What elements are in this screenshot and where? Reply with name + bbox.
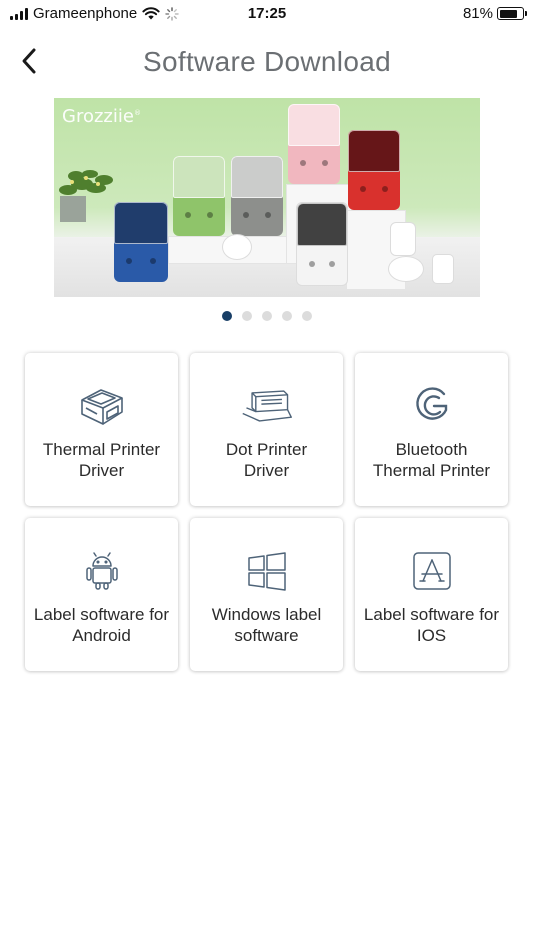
banner-brand-text: Grozziie <box>62 106 134 127</box>
status-time: 17:25 <box>247 5 287 22</box>
thermal-printer-icon <box>74 385 130 427</box>
download-options-grid: Thermal Printer Driver Dot Printer Drive… <box>25 353 509 671</box>
carousel-dot[interactable] <box>302 311 312 321</box>
label-roll <box>222 234 252 260</box>
label-roll <box>432 254 454 284</box>
option-windows-label-software[interactable]: Windows label software <box>190 518 343 671</box>
status-bar: Grameenphone 17:25 81% <box>0 0 534 28</box>
option-label: Thermal Printer Driver <box>42 440 161 480</box>
header: Software Download <box>0 38 534 88</box>
banner-brand: Grozziie® <box>62 106 141 127</box>
carousel-indicator <box>0 311 534 321</box>
windows-icon <box>239 550 295 592</box>
promo-banner[interactable]: Grozziie® <box>54 98 480 297</box>
battery-icon <box>497 7 527 20</box>
option-label: Windows label software <box>211 605 322 645</box>
android-icon <box>74 550 130 592</box>
printer-pink <box>288 104 340 184</box>
printer-blue <box>114 202 168 282</box>
app-store-icon <box>404 550 460 592</box>
dot-printer-icon <box>239 385 295 427</box>
option-label-software-ios[interactable]: Label software for IOS <box>355 518 508 671</box>
printer-white <box>296 202 348 286</box>
option-label: Label software for Android <box>33 605 170 645</box>
printer-gray <box>231 156 283 236</box>
option-label-software-android[interactable]: Label software for Android <box>25 518 178 671</box>
banner-brand-mark: ® <box>133 109 141 117</box>
battery-percent: 81% <box>462 5 493 22</box>
label-roll <box>388 256 424 282</box>
battery-fill <box>499 9 518 18</box>
printer-red <box>348 130 400 210</box>
carousel-dot[interactable] <box>222 311 232 321</box>
carousel-dot[interactable] <box>242 311 252 321</box>
option-thermal-printer-driver[interactable]: Thermal Printer Driver <box>25 353 178 506</box>
option-label: Dot Printer Driver <box>225 440 308 480</box>
printer-green <box>173 156 225 236</box>
status-right: 81% <box>462 5 527 22</box>
label-roll <box>390 222 416 256</box>
option-bluetooth-thermal-printer[interactable]: Bluetooth Thermal Printer <box>355 353 508 506</box>
page-title: Software Download <box>143 46 391 77</box>
carousel-dot[interactable] <box>282 311 292 321</box>
bluetooth-printer-icon <box>404 385 460 427</box>
option-label: Bluetooth Thermal Printer <box>372 440 491 480</box>
option-dot-printer-driver[interactable]: Dot Printer Driver <box>190 353 343 506</box>
option-label: Label software for IOS <box>363 605 500 645</box>
carousel-dot[interactable] <box>262 311 272 321</box>
